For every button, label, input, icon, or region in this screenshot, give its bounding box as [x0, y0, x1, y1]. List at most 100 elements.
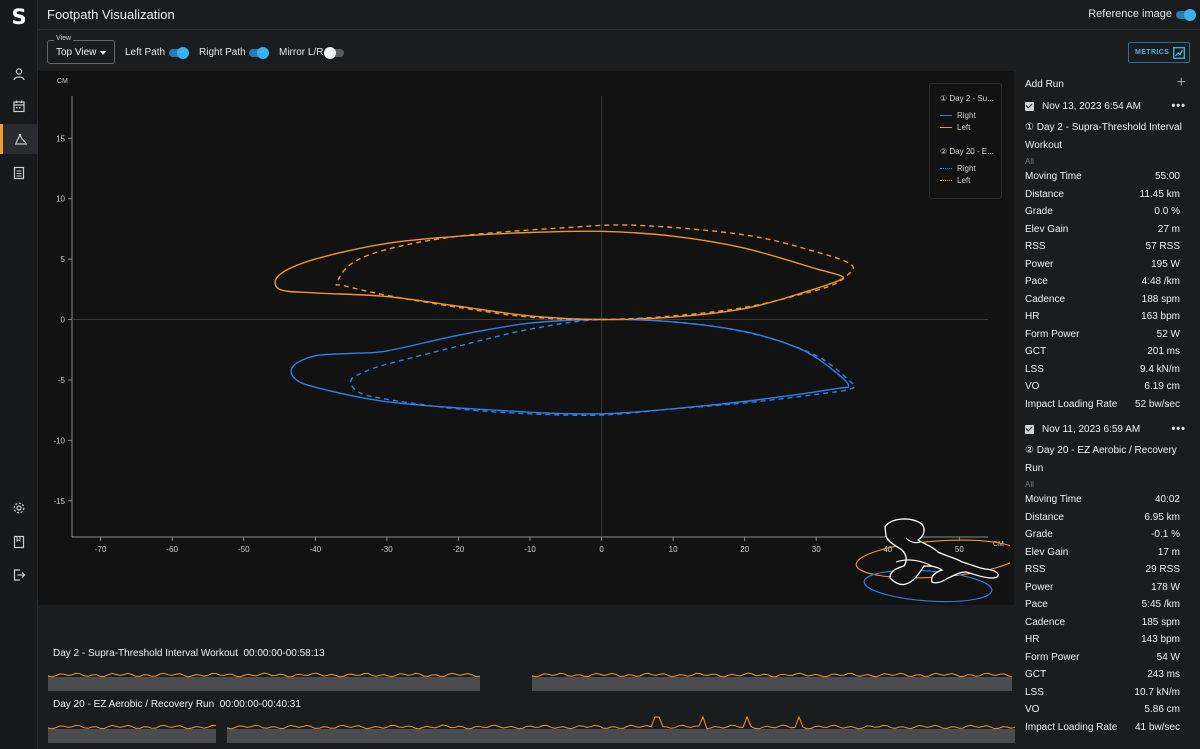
y-tick-label: -15	[53, 497, 65, 506]
toggle-knob	[177, 47, 189, 59]
metric-row: Pace 4:48 /km	[1025, 276, 1180, 293]
reference-runner-image	[855, 518, 1010, 603]
metric-row: HR 143 bpm	[1025, 634, 1180, 651]
timeline-area: Day 2 - Supra-Threshold Interval Workout…	[38, 605, 1015, 749]
metric-row: Impact Loading Rate 52 bw/sec	[1025, 399, 1180, 416]
metric-value: -0.1 %	[1151, 529, 1180, 540]
timeline2-segment-b[interactable]	[227, 715, 1015, 743]
view-select-legend: View	[54, 35, 74, 42]
metric-label: GCT	[1025, 669, 1047, 680]
metric-row: Moving Time 55:00	[1025, 171, 1180, 188]
timeline-track	[532, 677, 1012, 691]
x-tick-label: 30	[812, 545, 821, 554]
add-run-plus-icon[interactable]: +	[1177, 74, 1186, 92]
metric-row: RSS 29 RSS	[1025, 564, 1180, 581]
metric-value: 195 W	[1151, 258, 1180, 270]
metric-row: Form Power 52 W	[1025, 329, 1180, 346]
nav-athlete[interactable]	[0, 59, 38, 89]
legend-swatch	[940, 168, 952, 170]
run2-name: ② Day 20 - EZ Aerobic / Recovery Run	[1025, 445, 1177, 474]
nav-calendar[interactable]	[0, 91, 38, 121]
mirror-toggle[interactable]	[324, 47, 344, 59]
footpath-series-1-right	[290, 318, 850, 415]
metric-label: HR	[1025, 634, 1040, 645]
timeline2-segment-a[interactable]	[48, 715, 216, 743]
metric-label: Power	[1025, 581, 1054, 593]
run2-more-icon[interactable]: •••	[1171, 423, 1186, 435]
metric-value: 4:48 /km	[1141, 276, 1180, 287]
run2-date: Nov 11, 2023 6:59 AM	[1042, 424, 1141, 435]
timeline-track	[48, 677, 480, 691]
metric-value: 52 bw/sec	[1134, 398, 1180, 410]
metric-label: Form Power	[1025, 328, 1080, 340]
right-path-toggle[interactable]	[249, 47, 269, 59]
metrics-button[interactable]: METRICS	[1128, 42, 1190, 63]
reference-image-label: Reference image	[1088, 8, 1172, 20]
metric-row: Elev Gain 27 m	[1025, 224, 1180, 241]
page-header: Footpath Visualization Reference image	[38, 0, 1200, 30]
metric-row: Moving Time 40:02	[1025, 494, 1180, 511]
metric-label: Cadence	[1025, 616, 1066, 628]
metric-row: LSS 10.7 kN/m	[1025, 687, 1180, 704]
metric-value: 5.86 cm	[1144, 704, 1180, 715]
nav-logout[interactable]	[0, 560, 38, 590]
legend-run2-left[interactable]: Left	[940, 176, 970, 185]
metric-value: 9.4 kN/m	[1139, 363, 1180, 375]
page-title: Footpath Visualization	[47, 7, 175, 22]
legend-swatch	[940, 180, 952, 182]
logout-icon	[13, 569, 26, 581]
y-axis-label: CM	[57, 78, 68, 85]
metric-value: 40:02	[1154, 494, 1180, 505]
timeline-track	[227, 729, 1015, 743]
report-icon	[13, 166, 25, 180]
x-tick-label: 0	[599, 545, 604, 554]
x-tick-label: -20	[453, 545, 465, 554]
timeline1-segment-a[interactable]	[48, 663, 480, 691]
metric-row: Power 178 W	[1025, 582, 1180, 599]
timeline-trace	[48, 672, 480, 678]
legend-run1-right[interactable]: Right	[940, 111, 976, 120]
run1-checkbox[interactable]	[1025, 102, 1034, 111]
nav-reports[interactable]	[0, 158, 38, 188]
metric-label: RSS	[1025, 564, 1046, 575]
x-tick-label: -70	[95, 545, 107, 554]
x-tick-label: -40	[310, 545, 322, 554]
metric-row: Impact Loading Rate 41 bw/sec	[1025, 722, 1180, 739]
metric-value: 10.7 kN/m	[1134, 686, 1180, 698]
x-tick-label: -30	[381, 545, 393, 554]
nav-rail: S	[0, 0, 38, 749]
metric-value: 41 bw/sec	[1134, 721, 1180, 733]
view-select[interactable]: View Top View	[47, 35, 115, 64]
run1-more-icon[interactable]: •••	[1171, 100, 1186, 112]
run2-filter-all[interactable]: All	[1025, 480, 1034, 489]
left-path-toggle[interactable]	[169, 47, 189, 59]
metric-label: Grade	[1025, 529, 1053, 540]
y-tick-label: 0	[61, 316, 66, 325]
metric-value: 6.95 km	[1144, 511, 1180, 523]
app-logo[interactable]: S	[8, 6, 30, 28]
metric-row: Cadence 185 spm	[1025, 617, 1180, 634]
metric-value: 185 spm	[1141, 616, 1180, 628]
legend-label: Left	[957, 176, 971, 185]
view-select-value: Top View	[56, 47, 97, 58]
metric-value: 188 spm	[1141, 293, 1180, 305]
run2-checkbox[interactable]	[1025, 425, 1034, 434]
metric-value: 0.0 %	[1154, 206, 1180, 217]
metric-label: GCT	[1025, 346, 1047, 357]
nav-settings[interactable]	[0, 493, 38, 523]
timeline2-label: Day 20 - EZ Aerobic / Recovery Run 00:00…	[53, 699, 301, 710]
nav-guide[interactable]	[0, 527, 38, 557]
metric-value: 178 W	[1151, 581, 1180, 593]
run1-filter-all[interactable]: All	[1025, 157, 1034, 166]
metric-label: Pace	[1025, 276, 1048, 287]
metric-label: RSS	[1025, 241, 1046, 252]
legend-run2-right[interactable]: Right	[940, 164, 976, 173]
metric-row: VO 6.19 cm	[1025, 381, 1180, 398]
toggle-knob	[257, 47, 269, 59]
legend-run1-left[interactable]: Left	[940, 123, 970, 132]
timeline1-segment-b[interactable]	[532, 663, 1012, 691]
reference-image-toggle[interactable]	[1176, 9, 1196, 21]
y-tick-label: -5	[58, 376, 66, 385]
nav-footpath[interactable]	[0, 124, 38, 154]
add-run-label: Add Run	[1025, 79, 1064, 90]
